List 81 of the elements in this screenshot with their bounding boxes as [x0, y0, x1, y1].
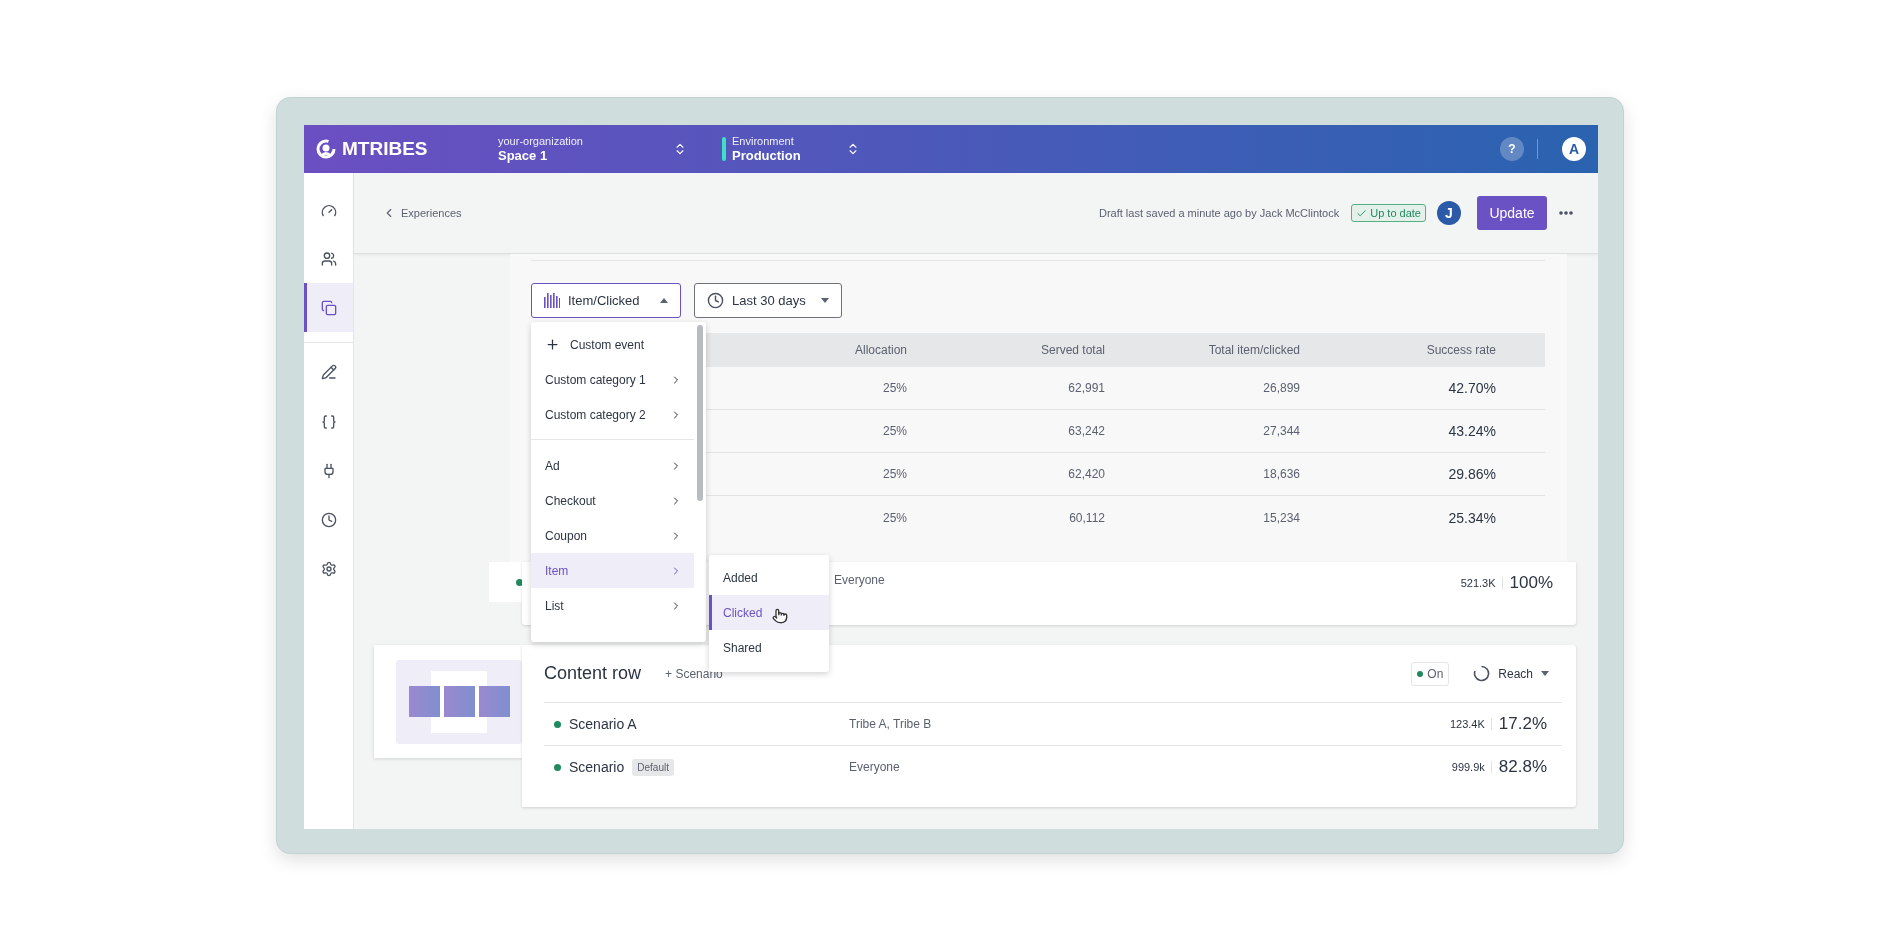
- table-cell: 18,636: [1105, 453, 1300, 496]
- default-tag: Default: [632, 758, 674, 776]
- table-cell: 63,242: [907, 410, 1105, 453]
- more-button[interactable]: [1559, 211, 1573, 215]
- table-cell-text: 60,112: [1068, 509, 1105, 527]
- served-count: 123.4K: [1449, 718, 1492, 730]
- bar-chart-icon: [544, 293, 560, 308]
- clock-icon: [707, 292, 724, 309]
- card-title: Content row: [544, 663, 642, 684]
- progress-ring-icon: [1473, 665, 1491, 682]
- table-cell: 25%: [709, 367, 907, 410]
- nav-icon: [320, 511, 337, 528]
- table-cell: 62,420: [907, 453, 1105, 496]
- metric-dropdown[interactable]: Reach: [1473, 665, 1549, 682]
- nav-icon: [320, 203, 337, 219]
- nav-icon: [320, 413, 337, 430]
- status-dot: [554, 720, 561, 728]
- menu-item[interactable]: Item: [531, 553, 694, 588]
- user-avatar[interactable]: A: [1562, 137, 1586, 161]
- column-header: Served total: [907, 333, 1105, 367]
- served-count: 521.3K: [1460, 577, 1503, 589]
- table-cell: 29.86%: [1300, 453, 1545, 496]
- status-toggle[interactable]: On: [1411, 661, 1450, 686]
- hand-cursor-icon: [772, 608, 788, 624]
- menu-item[interactable]: Coupon: [531, 518, 694, 553]
- column-header: Success rate: [1300, 333, 1545, 367]
- menu-item[interactable]: Clicked: [709, 595, 829, 630]
- table-cell-text: 15,234: [1262, 509, 1300, 527]
- served-count: 999.9k: [1451, 761, 1492, 773]
- nav-icon: [320, 560, 337, 577]
- table-cell: 25%: [709, 453, 907, 496]
- column-header: Allocation: [709, 333, 907, 367]
- scenario-name: Scenario A: [569, 716, 637, 732]
- scenario-name: Scenario: [569, 759, 625, 775]
- logo-icon: [316, 139, 336, 159]
- scrollbar[interactable]: [697, 325, 703, 501]
- nav-icon: [320, 364, 337, 380]
- share-percent: 17.2%: [1497, 714, 1547, 734]
- status-badge: Up to date: [1351, 204, 1426, 222]
- table-cell: 26,899: [1105, 367, 1300, 410]
- logo-text: MTRIBES: [342, 138, 428, 160]
- audience-text: Tribe A, Tribe B: [849, 717, 933, 731]
- user-avatar: J: [1437, 201, 1461, 225]
- column-header: Total item/clicked: [1105, 333, 1300, 367]
- draft-note: Draft last saved a minute ago by Jack McClintock: [1098, 207, 1340, 219]
- environment-picker[interactable]: Environment Production: [732, 135, 860, 163]
- menu-item[interactable]: List: [531, 588, 694, 623]
- menu-item[interactable]: Custom event: [531, 327, 694, 362]
- table-cell: 43.24%: [1300, 410, 1545, 453]
- nav-icon: [320, 299, 337, 316]
- help-button[interactable]: ?: [1500, 137, 1524, 161]
- add-scenario-link[interactable]: + Scenario: [665, 666, 723, 681]
- menu-item[interactable]: Added: [709, 560, 829, 595]
- share-percent: 82.8%: [1497, 757, 1547, 777]
- plus-icon: [545, 337, 560, 352]
- caret-icon: [1541, 671, 1549, 676]
- table-cell: 27,344: [1105, 410, 1300, 453]
- audience-text: Everyone: [849, 760, 901, 774]
- back-link[interactable]: Experiences: [382, 206, 462, 220]
- menu-item[interactable]: Shared: [709, 630, 829, 665]
- period-dropdown[interactable]: Last 30 days: [694, 283, 842, 318]
- table-cell: 62,991: [907, 367, 1105, 410]
- update-button[interactable]: Update: [1477, 196, 1547, 230]
- table-cell-text: 25%: [881, 509, 907, 527]
- nav-icon: [320, 250, 337, 267]
- table-cell: 42.70%: [1300, 367, 1545, 410]
- caret-icon: [660, 298, 668, 303]
- table-cell-text: 25.34%: [1447, 508, 1497, 528]
- status-dot: [554, 763, 561, 771]
- sidebar-item[interactable]: [304, 283, 353, 332]
- more-icon: [1559, 211, 1573, 215]
- menu-item[interactable]: Custom category 1: [531, 362, 694, 397]
- share-percent: 100%: [1508, 573, 1553, 593]
- menu-item[interactable]: Ad: [531, 448, 694, 483]
- menu-item[interactable]: Custom category 2: [531, 397, 694, 432]
- organization-picker[interactable]: your-organization Space 1: [498, 135, 687, 163]
- audience-text: Everyone: [834, 573, 885, 587]
- menu-item[interactable]: Checkout: [531, 483, 694, 518]
- metric-dropdown[interactable]: Item/Clicked: [531, 283, 681, 318]
- table-cell: 25%: [709, 410, 907, 453]
- caret-icon: [821, 298, 829, 303]
